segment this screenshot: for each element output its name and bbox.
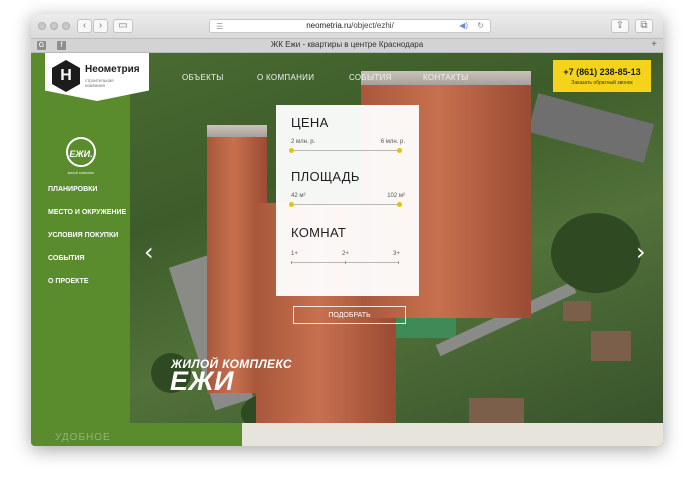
price-min-label: 2 млн. р. [291,139,316,145]
area-min-handle[interactable] [289,202,294,207]
phone-number[interactable]: +7 (861) 238-85-13 [553,67,651,77]
address-bar[interactable]: ☰ neometria.ru/object/ezhi/ ◀) ↻ [209,19,491,33]
sidebar-item-events[interactable]: СОБЫТИЯ [48,255,85,262]
share-icon: ⇪ [615,20,625,31]
zoom-window-button[interactable] [62,22,70,30]
area-max-label: 102 м² [387,193,405,199]
rooms-tick [345,261,346,264]
callback-box[interactable]: +7 (861) 238-85-13 Заказать обратный зво… [553,60,651,92]
sidebar-item-about[interactable]: О ПРОЕКТЕ [48,278,89,285]
hero-title: ЕЖИ [170,366,234,396]
chevron-right-icon: › [98,20,103,31]
project-badge[interactable]: ЕЖИ. [66,137,96,167]
area-max-handle[interactable] [397,202,402,207]
web-page: H Неометрия строительная компания ЕЖИ. ж… [31,53,663,446]
rooms-option-1[interactable]: 1+ [291,251,298,257]
sidebar-toggle-button[interactable]: ▭ [113,19,133,33]
next-slide-arrow-icon[interactable]: › [636,240,646,264]
project-badge-subtitle: жилой комплекс [67,171,95,175]
address-url: neometria.ru/object/ezhi/ [210,21,490,30]
tree-cluster [551,213,641,293]
rooms-option-2[interactable]: 2+ [342,251,349,257]
bottom-section: УДОБНОЕ [31,423,663,446]
bottom-heading: УДОБНОЕ [55,432,111,443]
logo-subtitle: строительная компания [85,78,114,88]
url-path: /object/ezhi/ [351,21,394,30]
nav-events[interactable]: СОБЫТИЯ [349,73,392,82]
area-title: ПЛОЩАДЬ [291,169,360,184]
rooms-option-3[interactable]: 3+ [393,251,400,257]
browser-window: ‹ › ▭ ☰ neometria.ru/object/ezhi/ ◀) ↻ ⇪… [31,14,663,446]
low-building [527,93,655,163]
house [563,301,591,321]
sidebar-item-location[interactable]: МЕСТО И ОКРУЖЕНИЕ [48,209,126,216]
price-max-label: 6 млн. р. [380,139,405,145]
minimize-window-button[interactable] [50,22,58,30]
rooms-title: КОМНАТ [291,225,347,240]
tabs-overview-button[interactable]: ⧉ [635,19,653,33]
area-slider[interactable] [291,204,399,205]
tab-bar: G f ЖК Ежи - квартиры в центре Краснодар… [31,39,663,53]
sidebar-icon: ▭ [118,20,128,31]
tab-title[interactable]: ЖК Ежи - квартиры в центре Краснодара [31,40,663,49]
tabs-icon: ⧉ [640,20,648,31]
rooms-tick [291,261,292,264]
house [469,398,524,426]
nav-contacts[interactable]: КОНТАКТЫ [423,73,469,82]
new-tab-icon[interactable]: + [651,39,657,50]
nav-objects[interactable]: ОБЪЕКТЫ [182,73,224,82]
logo-name: Неометрия [85,64,140,75]
chevron-left-icon: ‹ [82,20,87,31]
price-min-handle[interactable] [289,148,294,153]
back-button[interactable]: ‹ [77,19,92,33]
tower-roof [207,125,267,137]
sidebar-item-layouts[interactable]: ПЛАНИРОВКИ [48,186,97,193]
price-max-handle[interactable] [397,148,402,153]
prev-slide-arrow-icon[interactable]: ‹ [144,240,154,264]
price-slider[interactable] [291,150,399,151]
callback-link[interactable]: Заказать обратный звонок [553,80,651,86]
share-button[interactable]: ⇪ [611,19,629,33]
house [591,331,631,361]
apartment-filter: ЦЕНА 2 млн. р. 6 млн. р. ПЛОЩАДЬ 42 м² 1… [276,105,419,296]
close-window-button[interactable] [38,22,46,30]
logo-mark: H [52,60,80,92]
submit-filter-button[interactable]: ПОДОБРАТЬ [293,306,406,324]
url-host: neometria.ru [306,21,352,30]
reload-icon[interactable]: ↻ [477,21,484,30]
nav-about-company[interactable]: О КОМПАНИИ [257,73,314,82]
browser-toolbar: ‹ › ▭ ☰ neometria.ru/object/ezhi/ ◀) ↻ ⇪… [31,14,663,39]
rooms-tick [398,261,399,264]
price-title: ЦЕНА [291,115,329,130]
sidebar: H Неометрия строительная компания ЕЖИ. ж… [31,53,149,423]
forward-button[interactable]: › [93,19,108,33]
sidebar-item-purchase-terms[interactable]: УСЛОВИЯ ПОКУПКИ [48,232,118,239]
speaker-icon[interactable]: ◀) [459,21,468,30]
area-min-label: 42 м² [291,193,306,199]
